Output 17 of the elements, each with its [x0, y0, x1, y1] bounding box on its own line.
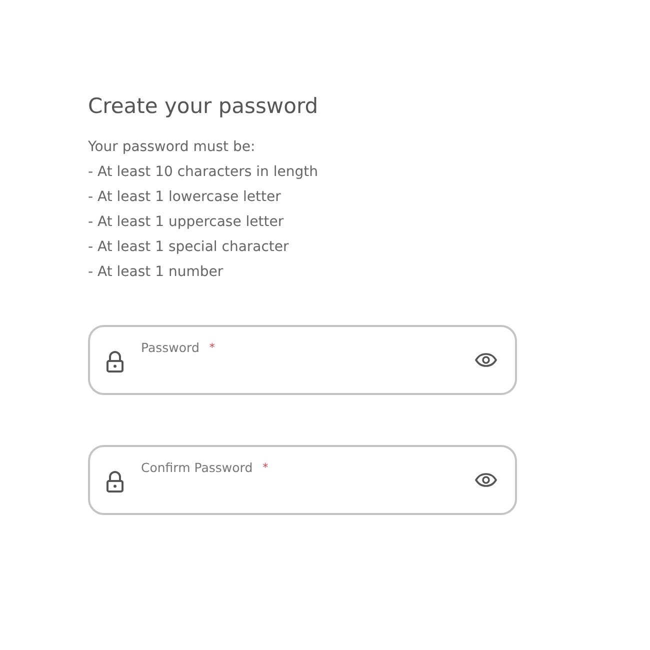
requirement-item: - At least 1 lowercase letter	[88, 188, 281, 207]
page-title: Create your password	[88, 93, 320, 120]
eye-icon[interactable]	[475, 473, 497, 487]
required-mark: *	[262, 460, 268, 476]
password-field[interactable]: Password *	[88, 325, 517, 395]
requirement-item: - At least 1 special character	[88, 238, 289, 257]
requirement-item: - At least 1 number	[88, 263, 224, 282]
field-label: Password	[141, 340, 200, 356]
eye-icon[interactable]	[475, 353, 497, 367]
lock-icon	[106, 471, 124, 493]
password-field[interactable]: Confirm Password *	[88, 445, 517, 515]
requirement-item: - At least 10 characters in length	[88, 163, 318, 182]
requirement-item: - At least 1 uppercase letter	[88, 213, 284, 232]
field-label: Confirm Password	[141, 460, 253, 476]
lock-icon	[106, 351, 124, 373]
required-mark: *	[209, 340, 215, 356]
requirements-intro: Your password must be:	[88, 138, 256, 157]
